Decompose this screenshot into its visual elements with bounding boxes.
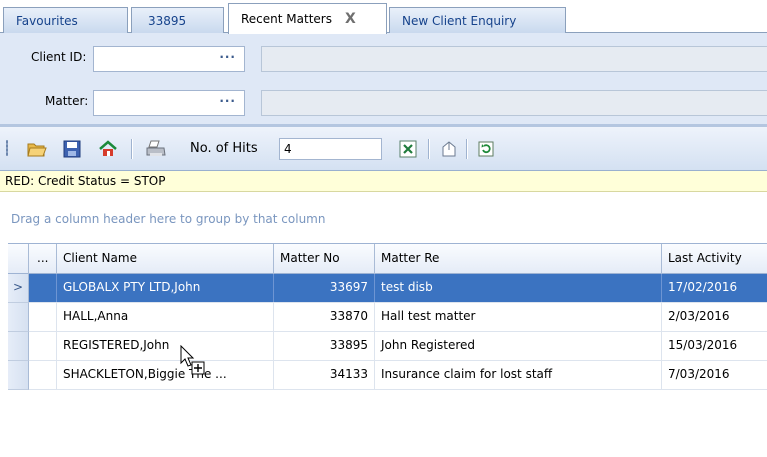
credit-status-banner: RED: Credit Status = STOP xyxy=(0,171,767,192)
tab-33895[interactable]: 33895 xyxy=(131,7,224,33)
toolbar-separator xyxy=(466,139,467,159)
hits-count-field[interactable]: 4 xyxy=(279,138,382,160)
row-options-cell xyxy=(29,274,57,302)
tab-strip: Favourites 33895 Recent Matters X New Cl… xyxy=(0,0,767,34)
print-icon[interactable] xyxy=(145,139,167,159)
row-indicator xyxy=(8,303,29,332)
save-icon[interactable] xyxy=(61,139,83,159)
matter-re-cell[interactable]: test disb xyxy=(375,274,662,302)
matter-re-cell[interactable]: Insurance claim for lost staff xyxy=(375,361,662,389)
row-options-cell xyxy=(29,332,57,360)
client-name-cell[interactable]: HALL,Anna xyxy=(57,303,274,331)
matter-no-cell[interactable]: 33697 xyxy=(274,274,375,302)
excel-export-icon[interactable] xyxy=(397,139,419,159)
toolbar-separator xyxy=(131,139,132,159)
matter-re-cell[interactable]: John Registered xyxy=(375,332,662,360)
tab-favourites[interactable]: Favourites xyxy=(3,7,128,33)
toolbar: No. of Hits 4 xyxy=(0,127,767,171)
row-indicator-header xyxy=(8,244,29,274)
toolbar-grip[interactable] xyxy=(6,140,8,156)
row-indicator: > xyxy=(8,274,29,303)
matter-input[interactable]: ··· xyxy=(93,90,245,116)
row-indicator xyxy=(8,361,29,390)
matter-no-cell[interactable]: 33895 xyxy=(274,332,375,360)
client-name-cell[interactable]: GLOBALX PTY LTD,John xyxy=(57,274,274,302)
matter-lookup-button[interactable]: ··· xyxy=(219,94,236,108)
client-id-label: Client ID: xyxy=(31,50,87,64)
group-by-panel[interactable]: Drag a column header here to group by th… xyxy=(0,192,767,243)
column-header-last-activity[interactable]: Last Activity xyxy=(662,244,767,274)
client-name-cell[interactable]: REGISTERED,John xyxy=(57,332,274,360)
row-options-cell xyxy=(29,303,57,331)
last-activity-cell[interactable]: 17/02/2016 xyxy=(662,274,767,302)
grid-header: ... Client Name Matter No Matter Re Last… xyxy=(8,243,767,274)
matter-no-cell[interactable]: 33870 xyxy=(274,303,375,331)
client-lookup-button[interactable]: ··· xyxy=(219,50,236,64)
client-description-field xyxy=(261,46,767,72)
matter-label: Matter: xyxy=(45,94,89,108)
tab-label: New Client Enquiry xyxy=(402,13,517,28)
column-header-matter-no[interactable]: Matter No xyxy=(274,244,375,274)
table-row[interactable]: > GLOBALX PTY LTD,John 33697 test disb 1… xyxy=(8,274,767,303)
close-icon[interactable]: X xyxy=(345,11,356,27)
matter-re-cell[interactable]: Hall test matter xyxy=(375,303,662,331)
table-row[interactable]: REGISTERED,John 33895 John Registered 15… xyxy=(8,332,767,361)
group-by-hint: Drag a column header here to group by th… xyxy=(11,212,326,226)
share-icon[interactable] xyxy=(438,139,460,159)
tab-label: Favourites xyxy=(16,13,78,28)
tab-label: 33895 xyxy=(148,13,187,28)
tab-recent-matters[interactable]: Recent Matters X xyxy=(228,3,387,34)
refresh-icon[interactable] xyxy=(475,139,497,159)
last-activity-cell[interactable]: 15/03/2016 xyxy=(662,332,767,360)
last-activity-cell[interactable]: 7/03/2016 xyxy=(662,361,767,389)
tab-new-client-enquiry[interactable]: New Client Enquiry xyxy=(389,7,566,33)
table-row[interactable]: SHACKLETON,Biggie The ... 34133 Insuranc… xyxy=(8,361,767,390)
client-id-input[interactable]: ··· xyxy=(93,46,245,72)
row-options-cell xyxy=(29,361,57,389)
recent-matters-grid: ... Client Name Matter No Matter Re Last… xyxy=(8,243,767,457)
row-indicator xyxy=(8,332,29,361)
toolbar-separator xyxy=(428,139,429,159)
table-row[interactable]: HALL,Anna 33870 Hall test matter 2/03/20… xyxy=(8,303,767,332)
client-name-cell[interactable]: SHACKLETON,Biggie The ... xyxy=(57,361,274,389)
column-header-matter-re[interactable]: Matter Re xyxy=(375,244,662,274)
matter-no-cell[interactable]: 34133 xyxy=(274,361,375,389)
column-header-client-name[interactable]: Client Name xyxy=(57,244,274,274)
matter-description-field xyxy=(261,90,767,116)
open-folder-icon[interactable] xyxy=(26,139,48,159)
home-icon[interactable] xyxy=(97,139,119,159)
client-matter-panel: Client ID: ··· Matter: ··· xyxy=(0,33,767,124)
hits-label: No. of Hits xyxy=(190,141,258,156)
tab-label: Recent Matters xyxy=(241,12,332,26)
last-activity-cell[interactable]: 2/03/2016 xyxy=(662,303,767,331)
column-header-options[interactable]: ... xyxy=(29,244,57,274)
